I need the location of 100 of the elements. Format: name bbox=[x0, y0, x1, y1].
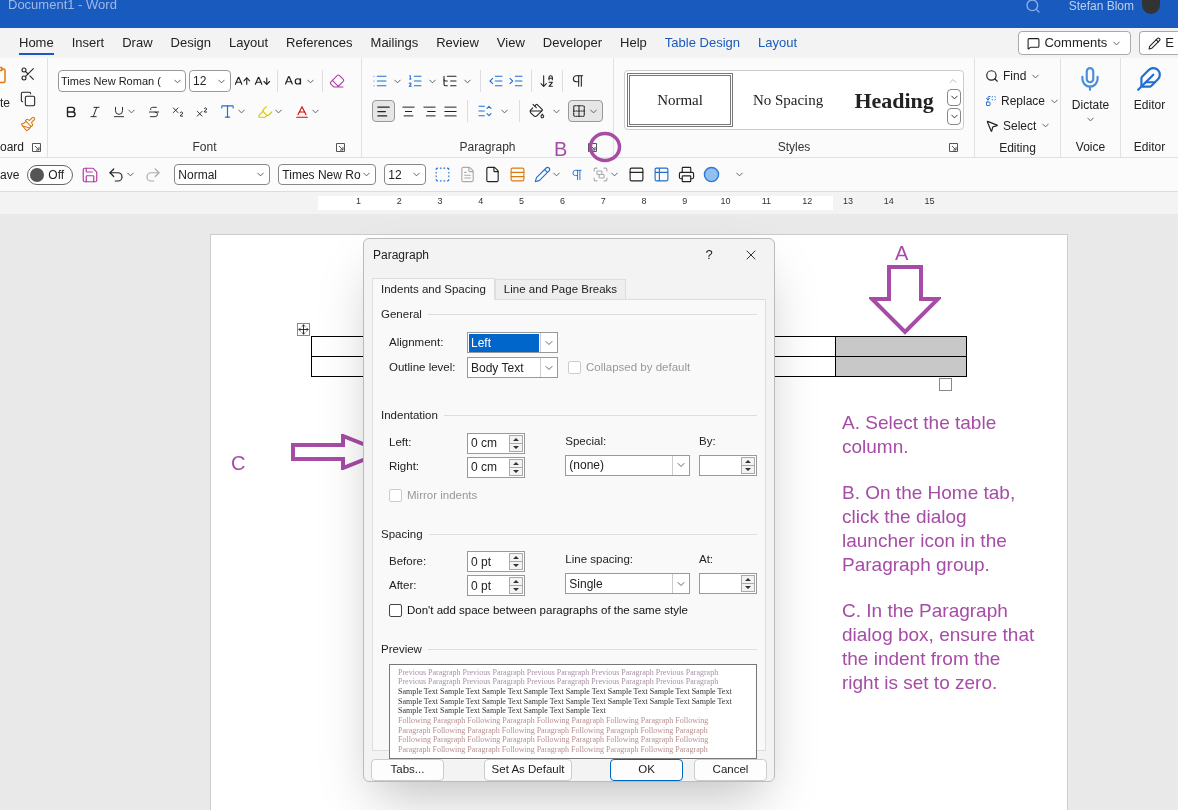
checkbox[interactable] bbox=[389, 604, 402, 618]
editing-command[interactable]: Find bbox=[985, 64, 1060, 89]
ruler-number: 4 bbox=[477, 195, 485, 208]
spin-field[interactable]: 0 pt bbox=[467, 551, 525, 572]
dialog-launcher-icon[interactable] bbox=[336, 143, 345, 152]
ribbon-tab[interactable]: Mailings bbox=[361, 28, 428, 58]
dialog-launcher-icon[interactable] bbox=[588, 143, 597, 152]
align-center-icon[interactable] bbox=[401, 103, 417, 119]
search-icon[interactable] bbox=[1024, 0, 1041, 14]
preview-text: Paragraph Following Paragraph Following Paragraph Following Paragraph Following Paragraph bbox=[398, 745, 708, 755]
ribbon-tab[interactable]: Review bbox=[427, 28, 488, 58]
ribbon-tab[interactable]: Developer bbox=[533, 28, 612, 58]
circle-icon[interactable] bbox=[703, 166, 721, 183]
ribbon-tab[interactable]: Layout bbox=[749, 28, 807, 58]
spin-field[interactable]: 0 cm bbox=[467, 456, 525, 478]
align-left-button[interactable] bbox=[372, 100, 396, 122]
ribbon-tab[interactable]: Draw bbox=[113, 28, 162, 58]
style-dropdown[interactable]: Normal bbox=[174, 164, 271, 185]
font-dropdown[interactable]: Times New Ro bbox=[278, 164, 377, 185]
table-resize-handle[interactable] bbox=[939, 378, 952, 391]
preview-text: Following Paragraph Following Paragraph Following Paragraph Following Paragraph Following bbox=[398, 716, 709, 726]
dropdown[interactable]: Body Text bbox=[467, 357, 558, 379]
subscript-icon[interactable] bbox=[171, 104, 185, 119]
copy-icon[interactable] bbox=[20, 91, 36, 107]
style-item[interactable]: Heading bbox=[841, 71, 948, 129]
dialog-tab[interactable]: Line and Page Breaks bbox=[494, 279, 627, 299]
table-cell[interactable] bbox=[835, 336, 967, 357]
size-dropdown[interactable]: 12 bbox=[384, 164, 427, 185]
font-name-field[interactable]: Times New Roman ( bbox=[58, 70, 186, 92]
font-color-icon[interactable] bbox=[294, 103, 310, 120]
text-effects-icon[interactable] bbox=[219, 103, 236, 120]
line-spacing-icon[interactable] bbox=[477, 103, 494, 119]
rows-icon[interactable] bbox=[509, 166, 527, 183]
dropdown[interactable]: Single bbox=[565, 573, 691, 595]
pilcrow-icon[interactable] bbox=[570, 73, 586, 89]
spin-field[interactable] bbox=[699, 573, 757, 595]
ribbon-tab[interactable]: Help bbox=[611, 28, 656, 58]
style-item[interactable]: No Spacing bbox=[735, 71, 842, 129]
save-icon[interactable] bbox=[81, 165, 100, 184]
dialog-button[interactable]: Set As Default bbox=[484, 759, 572, 781]
autosave-toggle[interactable]: Off bbox=[27, 164, 74, 185]
format-painter-icon[interactable] bbox=[20, 116, 36, 132]
spin-field[interactable]: 0 cm bbox=[467, 432, 525, 454]
clear-formatting-icon[interactable] bbox=[329, 73, 345, 89]
editing-button[interactable]: E bbox=[1139, 31, 1178, 55]
font-size-field[interactable]: 12 bbox=[189, 70, 231, 92]
multilevel-list-icon[interactable] bbox=[442, 73, 458, 89]
callout-letter: C bbox=[231, 451, 246, 476]
decrease-indent-icon[interactable] bbox=[488, 73, 504, 89]
ribbon-tab[interactable]: Layout bbox=[220, 28, 278, 58]
dropdown[interactable]: (none) bbox=[565, 454, 691, 476]
text-box-icon[interactable] bbox=[434, 166, 452, 183]
dictate-button[interactable]: Dictate bbox=[1071, 66, 1110, 125]
notebook-icon[interactable] bbox=[628, 166, 646, 183]
table-icon[interactable] bbox=[653, 166, 671, 183]
comments-button[interactable]: Comments bbox=[1018, 31, 1132, 55]
italic-icon[interactable] bbox=[88, 104, 102, 119]
down-arrow bbox=[869, 265, 941, 335]
dialog-tab[interactable]: Indents and Spacing bbox=[372, 278, 495, 300]
field-label: Right: bbox=[389, 459, 421, 475]
spin-field[interactable]: 0 pt bbox=[467, 575, 525, 596]
page-icon[interactable] bbox=[484, 166, 502, 183]
underline-icon[interactable] bbox=[112, 104, 126, 119]
dialog-launcher-icon[interactable] bbox=[949, 143, 958, 152]
align-right-icon[interactable] bbox=[422, 103, 438, 119]
ribbon-tab[interactable]: References bbox=[277, 28, 362, 58]
scroll-down-button[interactable] bbox=[947, 89, 961, 106]
shading-icon[interactable] bbox=[529, 103, 545, 119]
borders-button[interactable] bbox=[568, 100, 603, 122]
numbering-icon[interactable] bbox=[407, 73, 423, 89]
ribbon-tab[interactable]: Home bbox=[10, 28, 63, 58]
ribbon-tab[interactable]: Insert bbox=[62, 28, 114, 58]
table-move-handle[interactable] bbox=[297, 323, 310, 336]
dialog-button[interactable]: Tabs... bbox=[371, 759, 444, 781]
dialog-button[interactable]: Cancel bbox=[694, 759, 767, 781]
field-label: After: bbox=[389, 577, 418, 593]
more-styles-button[interactable] bbox=[947, 108, 961, 125]
undo-icon[interactable] bbox=[107, 165, 126, 184]
spin-field[interactable] bbox=[699, 454, 757, 476]
editor-button[interactable]: Editor bbox=[1133, 66, 1166, 114]
paste-label: te bbox=[0, 95, 11, 112]
strikethrough-icon[interactable] bbox=[147, 104, 161, 119]
dialog-launcher-icon[interactable] bbox=[32, 142, 42, 152]
superscript-icon[interactable] bbox=[195, 104, 209, 119]
justify-icon[interactable] bbox=[443, 103, 459, 119]
style-item[interactable]: Normal bbox=[627, 73, 734, 127]
dropdown[interactable]: Left bbox=[467, 332, 558, 354]
ribbon-tab[interactable]: Design bbox=[161, 28, 220, 58]
bold-icon[interactable] bbox=[64, 104, 78, 119]
sort-icon[interactable] bbox=[539, 73, 555, 89]
cut-icon[interactable] bbox=[20, 66, 36, 82]
increase-indent-icon[interactable] bbox=[508, 73, 524, 89]
bullets-icon[interactable] bbox=[372, 73, 388, 89]
dialog-button[interactable]: OK bbox=[610, 759, 683, 781]
ribbon-tab[interactable]: Table Design bbox=[655, 28, 749, 58]
ribbon-tab[interactable]: View bbox=[487, 28, 534, 58]
print-icon[interactable] bbox=[678, 166, 696, 183]
help-button[interactable]: ? bbox=[699, 245, 719, 265]
editing-command[interactable]: Select bbox=[985, 113, 1060, 138]
editing-command[interactable]: Replace bbox=[985, 88, 1060, 114]
